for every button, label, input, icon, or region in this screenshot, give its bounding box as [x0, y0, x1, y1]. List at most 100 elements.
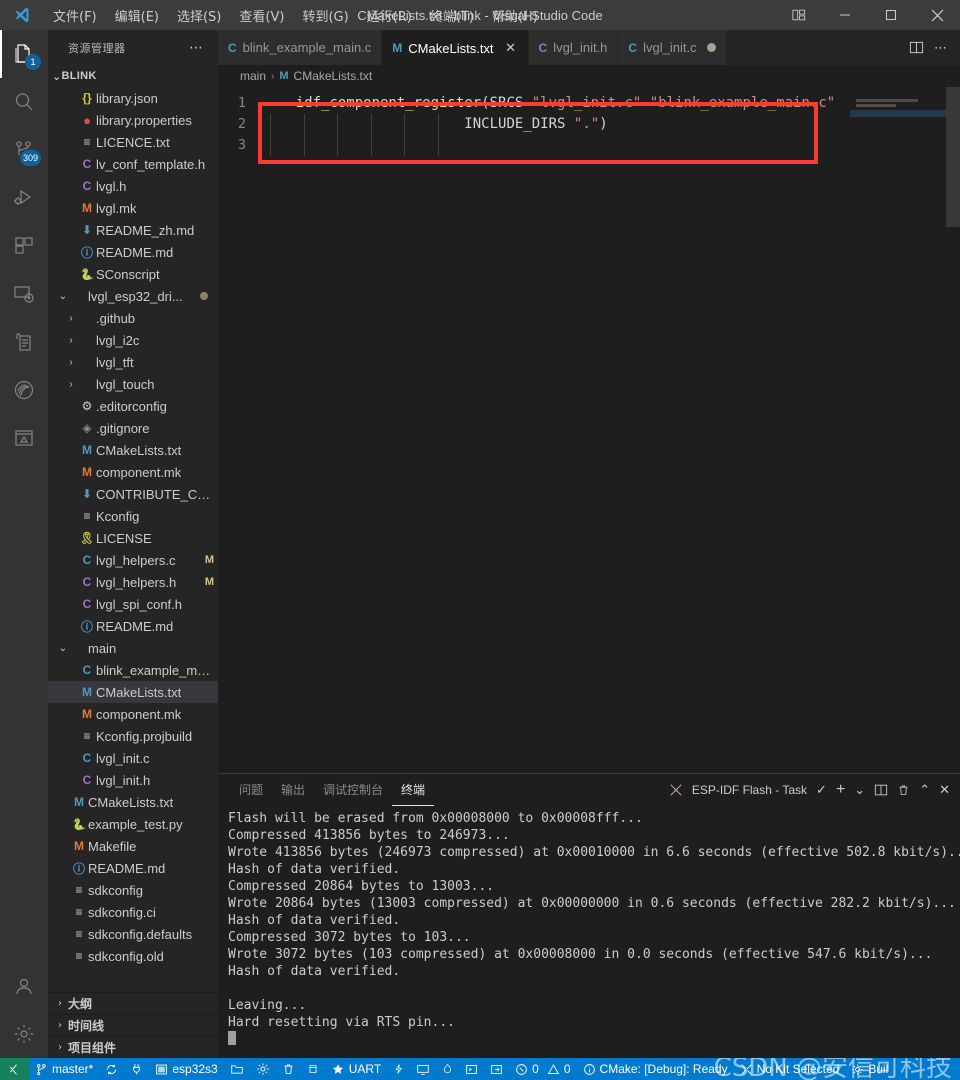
status-full-clean[interactable]	[276, 1058, 301, 1080]
panel-tab[interactable]: 输出	[272, 774, 314, 806]
code-editor[interactable]: 1 2 3 idf_component_register(SRCS "lvgl_in…	[218, 87, 960, 773]
panel-tab[interactable]: 终端	[392, 774, 435, 806]
status-build[interactable]	[301, 1058, 325, 1080]
scrollbar-thumb[interactable]	[946, 87, 960, 227]
editor-scrollbar[interactable]	[946, 87, 960, 773]
menu-item-help[interactable]: 帮助(H)	[483, 2, 547, 29]
activity-accounts[interactable]	[0, 962, 48, 1010]
tree-item[interactable]: M CMakeLists.txt	[48, 791, 218, 813]
menu-item-file[interactable]: 文件(F)	[44, 2, 106, 29]
tree-item[interactable]: ◈ .gitignore	[48, 417, 218, 439]
tree-item[interactable]: Clv_conf_template.h	[48, 153, 218, 175]
dirty-indicator-dot[interactable]	[706, 43, 716, 52]
tree-item[interactable]: › lvgl_tft	[48, 351, 218, 373]
status-monitor-device[interactable]	[410, 1058, 436, 1080]
terminal-output[interactable]: Flash will be erased from 0x00008000 to …	[218, 806, 960, 1058]
activity-bar[interactable]: 1 309	[0, 30, 48, 1058]
tree-item[interactable]: Clvgl_helpers.c M	[48, 549, 218, 571]
status-bar[interactable]: master* esp32s3 UART 0 0 CMake: [Debug]:…	[0, 1058, 960, 1080]
status-open-terminal[interactable]	[459, 1058, 484, 1080]
tree-item[interactable]: Mcomponent.mk	[48, 703, 218, 725]
status-branch[interactable]: master*	[29, 1058, 99, 1080]
tree-item[interactable]: M Makefile	[48, 835, 218, 857]
activity-remote-explorer[interactable]	[0, 270, 48, 318]
activity-extensions[interactable]	[0, 222, 48, 270]
close-panel-icon[interactable]: ✕	[939, 782, 950, 798]
close-icon[interactable]: ✕	[504, 40, 518, 56]
status-problems[interactable]: 0 0	[509, 1058, 576, 1080]
editor-tab[interactable]: Cblink_example_main.c	[218, 30, 383, 65]
terminal-name[interactable]: ESP-IDF Flash - Task	[692, 783, 807, 797]
activity-search[interactable]	[0, 78, 48, 126]
status-cmake-status[interactable]: CMake: [Debug]: Ready	[577, 1058, 734, 1080]
more-actions-icon[interactable]: ⋯	[189, 40, 210, 56]
breadcrumb-file[interactable]: CMakeLists.txt	[294, 69, 373, 83]
activity-source-control[interactable]: 309	[0, 126, 48, 174]
maximize-icon[interactable]	[868, 0, 914, 30]
tree-item[interactable]: ≡ sdkconfig.old	[48, 945, 218, 967]
menu-item-edit[interactable]: 编辑(E)	[106, 2, 168, 29]
editor-actions[interactable]: ⋯	[897, 30, 960, 65]
tree-item[interactable]: ≡ sdkconfig	[48, 879, 218, 901]
minimap[interactable]	[850, 87, 946, 773]
explorer-tree[interactable]: ⌄ BLINK {} library.json ● library.propertie…	[48, 65, 218, 992]
tree-item[interactable]: ⬇CONTRIBUTE_CON...	[48, 483, 218, 505]
workspace-root-row[interactable]: ⌄ BLINK	[48, 65, 218, 87]
tree-item[interactable]: {} library.json	[48, 87, 218, 109]
tree-item[interactable]: ≡ LICENCE.txt	[48, 131, 218, 153]
status-idf-doctor[interactable]	[484, 1058, 509, 1080]
tree-item[interactable]: Mcomponent.mk	[48, 461, 218, 483]
tree-item[interactable]: Cblink_example_main.c	[48, 659, 218, 681]
new-terminal-icon[interactable]: +	[836, 781, 845, 799]
tree-item[interactable]: › .github	[48, 307, 218, 329]
tree-item[interactable]: M CMakeLists.txt	[48, 681, 218, 703]
panel-tab-bar[interactable]: 问题 输出 调试控制台 终端 ESP-IDF Flash - Task ✓ + ⌄	[218, 774, 960, 806]
more-actions-icon[interactable]: ⋯	[934, 40, 948, 56]
activity-image-preview[interactable]	[0, 414, 48, 462]
tree-item[interactable]: ⌄ lvgl_esp32_dri...	[48, 285, 218, 307]
status-target-device[interactable]: esp32s3	[149, 1058, 223, 1080]
tree-item[interactable]: Clvgl_spi_conf.h	[48, 593, 218, 615]
panel-tab[interactable]: 调试控制台	[314, 774, 392, 806]
menu-item-selection[interactable]: 选择(S)	[168, 2, 230, 29]
sidebar-section-outline[interactable]: › 大纲	[48, 992, 218, 1014]
sidebar-sections[interactable]: › 大纲 › 时间线 › 项目组件	[48, 992, 218, 1058]
close-icon[interactable]	[914, 0, 960, 30]
customize-layout-icon[interactable]	[776, 0, 822, 30]
editor-tab[interactable]: M CMakeLists.txt ✕	[382, 30, 529, 65]
menu-item-run[interactable]: 运行(R)	[358, 2, 421, 29]
activity-run-and-debug[interactable]	[0, 174, 48, 222]
status-cmake-kit[interactable]: No Kit Selected	[734, 1058, 846, 1080]
panel-tab[interactable]: 问题	[230, 774, 272, 806]
status-serial-port[interactable]	[124, 1058, 149, 1080]
tree-item[interactable]: 🎗 LICENSE	[48, 527, 218, 549]
tree-item[interactable]: › lvgl_i2c	[48, 329, 218, 351]
sidebar-section-timeline[interactable]: › 时间线	[48, 1014, 218, 1036]
tree-item[interactable]: ⬇ README_zh.md	[48, 219, 218, 241]
tree-item[interactable]: ⌄ main	[48, 637, 218, 659]
task-check-icon[interactable]: ✓	[816, 782, 827, 798]
status-sync[interactable]	[99, 1058, 124, 1080]
tree-item[interactable]: 🐍 SConscript	[48, 263, 218, 285]
menu-bar[interactable]: 文件(F) 编辑(E) 选择(S) 查看(V) 转到(G) 运行(R) 终端(T…	[44, 2, 547, 29]
tree-item[interactable]: ⓘ README.md	[48, 615, 218, 637]
menu-item-go[interactable]: 转到(G)	[293, 2, 357, 29]
breadcrumb-folder[interactable]: main	[240, 69, 266, 83]
status-idf-monitor[interactable]	[436, 1058, 459, 1080]
tree-item[interactable]: ≡ Kconfig.projbuild	[48, 725, 218, 747]
status-cmake-build[interactable]: Buil	[845, 1058, 894, 1080]
editor-tab[interactable]: Clvgl_init.c	[618, 30, 727, 65]
tree-item[interactable]: 🐍 example_test.py	[48, 813, 218, 835]
tree-item[interactable]: Clvgl_helpers.h M	[48, 571, 218, 593]
activity-settings[interactable]	[0, 1010, 48, 1058]
status-flash-device[interactable]	[387, 1058, 410, 1080]
tree-item[interactable]: ⚙ .editorconfig	[48, 395, 218, 417]
remote-window-icon[interactable]	[0, 1058, 29, 1080]
split-editor-icon[interactable]	[909, 40, 924, 55]
tree-item[interactable]: › lvgl_touch	[48, 373, 218, 395]
split-terminal-icon[interactable]	[874, 783, 888, 797]
editor-tabs[interactable]: Cblink_example_main.c M CMakeLists.txt ✕ Clv…	[218, 30, 960, 65]
activity-testing[interactable]	[0, 318, 48, 366]
tree-item[interactable]: ≡ sdkconfig.defaults	[48, 923, 218, 945]
tree-item[interactable]: ≡ sdkconfig.ci	[48, 901, 218, 923]
